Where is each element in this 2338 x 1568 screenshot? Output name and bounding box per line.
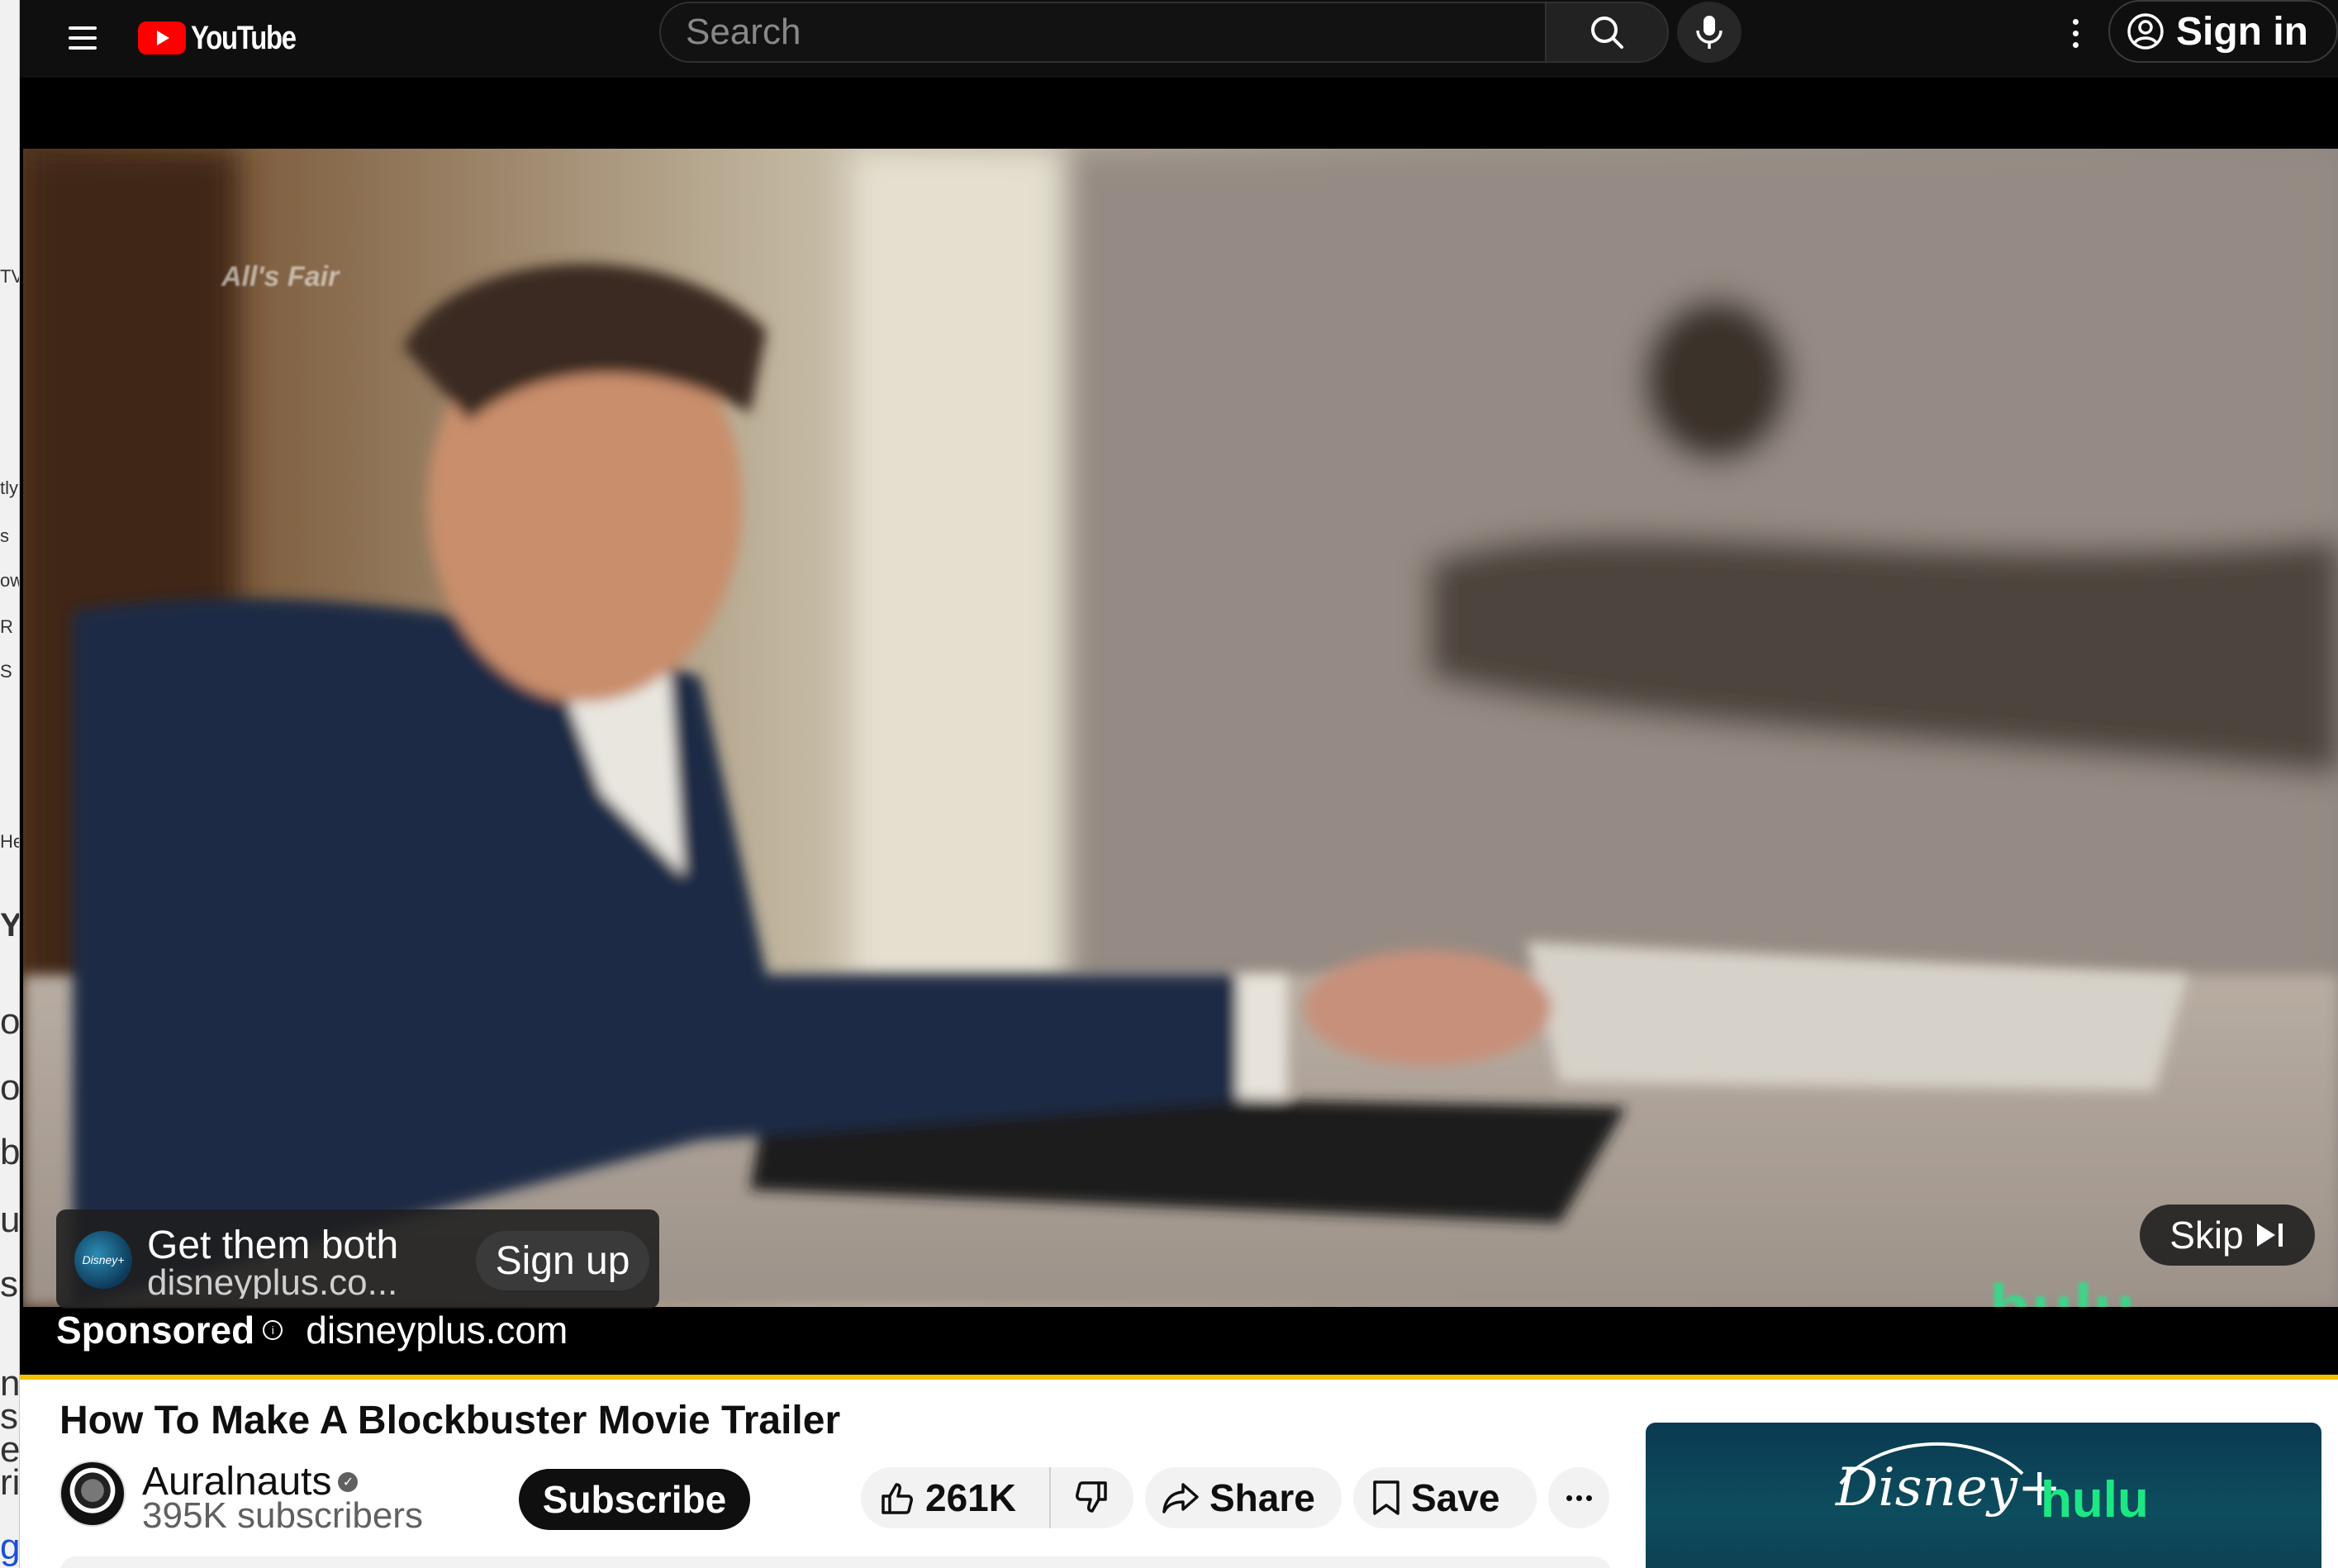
video-still bbox=[23, 149, 2338, 1307]
more-horiz-icon[interactable] bbox=[1548, 1467, 1609, 1528]
background-window-strip: TV tly s ow R S He Y or o b u s n s, e r… bbox=[0, 0, 20, 1568]
masthead: YouTube Sign bbox=[20, 0, 2338, 78]
video-frame[interactable]: All's Fair hulu bbox=[23, 149, 2338, 1307]
sign-up-button[interactable]: Sign up bbox=[476, 1231, 649, 1290]
video-watermark: All's Fair bbox=[221, 261, 340, 292]
background-text-fragment: o bbox=[0, 1067, 20, 1108]
companion-ad-banner[interactable]: Disney+ hulu bbox=[1646, 1423, 2321, 1568]
background-text-fragment: or bbox=[0, 1001, 20, 1042]
hulu-watermark: hulu bbox=[1989, 1271, 2136, 1307]
search-button[interactable] bbox=[1545, 2, 1669, 63]
channel-avatar[interactable] bbox=[59, 1461, 126, 1527]
skip-label: Skip bbox=[2169, 1214, 2244, 1257]
more-vert-icon[interactable] bbox=[2054, 8, 2097, 58]
disney-plus-logo: Disney+ bbox=[1836, 1457, 2062, 1518]
sponsored-bar: Sponsored i disneyplus.com bbox=[56, 1307, 568, 1353]
save-button[interactable]: Save bbox=[1353, 1467, 1537, 1528]
account-circle-icon bbox=[2127, 13, 2164, 50]
video-player[interactable]: All's Fair hulu Disney+ Get them both di… bbox=[20, 78, 2338, 1380]
mic-icon bbox=[1696, 16, 1723, 49]
youtube-logo[interactable]: YouTube bbox=[138, 15, 319, 61]
dislike-icon bbox=[1076, 1481, 1107, 1513]
like-icon bbox=[882, 1483, 913, 1514]
video-title: How To Make A Blockbuster Movie Trailer bbox=[59, 1399, 841, 1442]
background-text-fragment: s bbox=[0, 525, 9, 546]
background-text-fragment: ow bbox=[0, 570, 19, 591]
background-text-fragment: TV bbox=[0, 266, 19, 287]
background-text-fragment: b bbox=[0, 1132, 20, 1172]
background-text-fragment: ri bbox=[0, 1462, 20, 1503]
ad-title[interactable]: Get them both bbox=[147, 1223, 398, 1268]
skip-ad-button[interactable]: Skip bbox=[2140, 1205, 2315, 1266]
share-label: Share bbox=[1209, 1476, 1315, 1519]
hulu-logo: hulu bbox=[2041, 1471, 2149, 1528]
ad-url[interactable]: disneyplus.co... bbox=[147, 1262, 397, 1299]
skip-next-icon bbox=[2256, 1224, 2283, 1247]
ad-progress-bar[interactable] bbox=[20, 1375, 2338, 1380]
search-box bbox=[659, 2, 1669, 63]
like-dislike-group: 261K bbox=[861, 1467, 1133, 1528]
background-text-fragment: gi bbox=[0, 1527, 20, 1567]
sign-in-label: Sign in bbox=[2176, 9, 2308, 54]
share-button[interactable]: Share bbox=[1145, 1467, 1342, 1528]
background-text-fragment: tly bbox=[0, 478, 18, 498]
advertiser-avatar[interactable]: Disney+ bbox=[74, 1231, 132, 1289]
sign-in-button[interactable]: Sign in bbox=[2108, 0, 2338, 63]
share-icon bbox=[1162, 1483, 1199, 1513]
ad-card[interactable]: Disney+ Get them both disneyplus.co... S… bbox=[56, 1209, 659, 1309]
sponsored-label: Sponsored bbox=[56, 1309, 255, 1352]
like-button[interactable]: 261K bbox=[861, 1467, 1051, 1528]
save-label: Save bbox=[1411, 1476, 1500, 1519]
background-text-fragment: Y bbox=[0, 907, 19, 944]
youtube-page: YouTube Sign bbox=[20, 0, 2338, 1568]
like-count: 261K bbox=[925, 1476, 1016, 1519]
info-icon[interactable]: i bbox=[263, 1320, 283, 1340]
youtube-logo-icon bbox=[138, 21, 186, 55]
subscribe-button[interactable]: Subscribe bbox=[519, 1469, 750, 1530]
background-text-fragment: s bbox=[0, 1264, 18, 1304]
background-text-fragment: u bbox=[0, 1200, 20, 1240]
description-box[interactable] bbox=[59, 1556, 1611, 1568]
dislike-button[interactable] bbox=[1051, 1467, 1132, 1528]
voice-search-button[interactable] bbox=[1677, 2, 1742, 63]
background-text-fragment: R bbox=[0, 616, 13, 637]
save-icon bbox=[1373, 1480, 1399, 1515]
verified-icon: ✓ bbox=[338, 1471, 359, 1492]
sponsored-domain[interactable]: disneyplus.com bbox=[306, 1308, 568, 1352]
search-icon bbox=[1591, 17, 1623, 49]
menu-icon[interactable] bbox=[56, 12, 109, 64]
logo-text: YouTube bbox=[191, 19, 297, 56]
background-text-fragment: S bbox=[0, 661, 12, 682]
subscriber-count: 395K subscribers bbox=[142, 1495, 423, 1536]
background-text-fragment: He bbox=[0, 831, 19, 852]
search-input[interactable] bbox=[659, 2, 1545, 63]
